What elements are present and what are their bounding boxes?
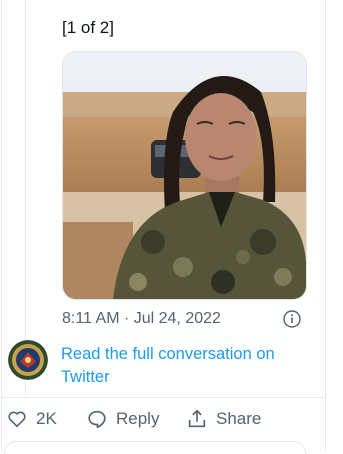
reply-button[interactable]: Reply	[86, 408, 159, 430]
like-button[interactable]: 2K	[6, 408, 57, 430]
share-button[interactable]: Share	[186, 408, 261, 430]
heart-icon	[6, 408, 28, 430]
share-icon	[186, 408, 208, 430]
timestamp-row: 8:11 AM · Jul 24, 2022	[62, 310, 305, 330]
thread-line	[1, 0, 2, 450]
tweet-actions: 2K Reply Share	[0, 400, 343, 440]
reply-icon	[86, 408, 108, 430]
info-icon[interactable]	[283, 310, 301, 328]
like-count: 2K	[36, 409, 57, 428]
account-avatar[interactable]	[8, 340, 48, 380]
next-card-edge	[4, 441, 306, 454]
reply-label: Reply	[116, 409, 160, 428]
read-conversation-link[interactable]: Read the full conversation on Twitter	[61, 343, 301, 389]
card-border-right	[325, 0, 326, 450]
tweet-timestamp[interactable]: 8:11 AM · Jul 24, 2022	[62, 310, 221, 328]
share-label: Share	[216, 409, 262, 428]
card-border-left	[25, 0, 26, 396]
tweet-text: [1 of 2]	[62, 18, 114, 37]
tweet-photo[interactable]	[62, 51, 307, 300]
divider	[0, 397, 326, 398]
